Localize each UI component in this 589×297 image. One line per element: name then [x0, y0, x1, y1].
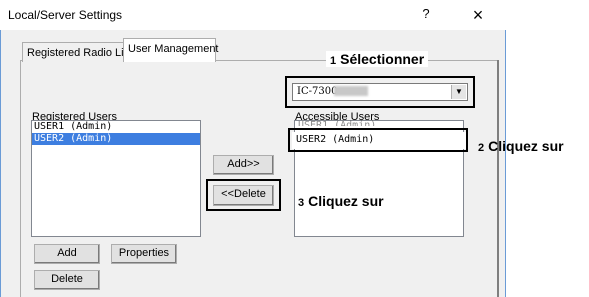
add-to-accessible-button[interactable]: Add>>: [213, 155, 274, 175]
callout-frame-1: [285, 76, 475, 108]
list-item-selected[interactable]: USER2 (Admin): [32, 133, 200, 145]
tab-user-management[interactable]: User Management: [123, 38, 219, 62]
callout-1: 1 Sélectionner: [326, 51, 429, 67]
window-title: Local/Server Settings: [8, 8, 123, 22]
delete-user-button[interactable]: Delete: [34, 270, 100, 290]
close-button[interactable]: ×: [464, 4, 492, 26]
callout-text: Sélectionner: [340, 51, 425, 67]
callout-number: 1: [330, 55, 337, 67]
callout-2: 2 Cliquez sur: [478, 138, 564, 154]
callout-frame-2: [288, 128, 468, 152]
list-item[interactable]: USER1 (Admin): [32, 121, 200, 133]
registered-users-list[interactable]: USER1 (Admin) USER2 (Admin): [31, 120, 201, 237]
add-user-button[interactable]: Add: [34, 244, 100, 264]
panel-edge: [497, 60, 499, 297]
list-item-partial: USER1 (Admin): [298, 120, 377, 126]
callout-3: 3 Cliquez sur: [298, 193, 384, 209]
callout-number: 2: [478, 142, 485, 154]
callout-text: Cliquez sur: [488, 138, 564, 154]
tab-registered-radio-list[interactable]: Registered Radio List: [22, 42, 132, 62]
callout-number: 3: [298, 197, 305, 209]
properties-button[interactable]: Properties: [111, 244, 177, 264]
help-button[interactable]: ?: [414, 6, 438, 26]
callout-frame-3: [206, 179, 281, 211]
callout-text: Cliquez sur: [308, 193, 384, 209]
